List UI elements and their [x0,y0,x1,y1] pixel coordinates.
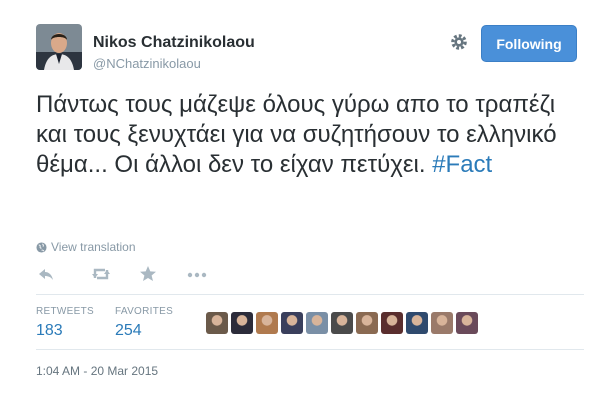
hashtag-link[interactable]: #Fact [432,151,492,178]
gear-icon[interactable] [449,32,469,52]
favoriter-avatar[interactable] [331,312,353,334]
retweets-count[interactable]: 183 [36,322,94,340]
tweet-timestamp[interactable]: 1:04 AM - 20 Mar 2015 [36,364,158,378]
favorites-label: FAVORITES [115,306,174,317]
view-translation-link[interactable]: View translation [36,240,136,254]
tweet-text: Πάντως τους μάζεψε όλους γύρω απο το τρα… [36,90,584,180]
user-avatar-icon [36,24,82,70]
divider [36,349,584,350]
favorites-count[interactable]: 254 [115,322,173,340]
favoriter-avatar[interactable] [456,312,478,334]
favoriter-avatar[interactable] [281,312,303,334]
view-translation-label: View translation [51,240,136,254]
star-icon[interactable] [138,264,160,284]
favoriter-avatar[interactable] [231,312,253,334]
avatar[interactable] [36,24,82,70]
favoriter-avatar[interactable] [431,312,453,334]
retweet-icon[interactable] [90,264,112,284]
favorites-stat[interactable]: FAVORITES 254 [115,306,173,340]
retweets-label: RETWEETS [36,306,94,317]
retweets-stat[interactable]: RETWEETS 183 [36,306,94,340]
tweet-card: Nikos Chatzinikolaou @NChatzinikolaou Fo… [0,0,600,400]
display-name[interactable]: Nikos Chatzinikolaou [93,34,255,52]
more-icon[interactable] [186,264,208,284]
favoriter-avatar[interactable] [256,312,278,334]
globe-icon [36,241,47,253]
favoriter-avatar[interactable] [206,312,228,334]
favoriter-avatar[interactable] [406,312,428,334]
favoriter-avatar[interactable] [306,312,328,334]
user-handle[interactable]: @NChatzinikolaou [93,56,201,71]
divider [36,294,584,295]
favoriter-avatar[interactable] [381,312,403,334]
favoriter-avatar[interactable] [356,312,378,334]
following-button[interactable]: Following [481,25,577,62]
reply-icon[interactable] [36,264,58,284]
